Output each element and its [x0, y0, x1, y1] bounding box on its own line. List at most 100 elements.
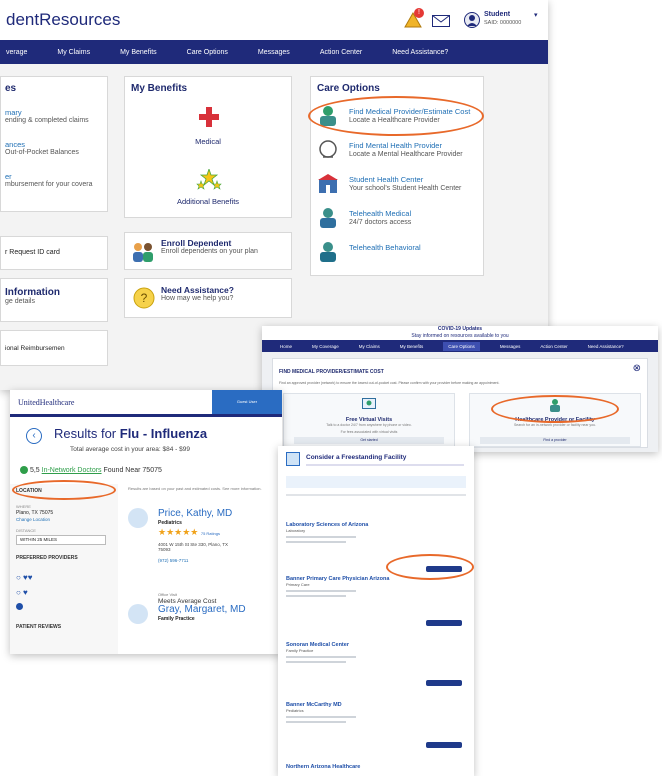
tier-filter-2[interactable]: ○ ♥ [16, 588, 112, 597]
nav-claims[interactable]: My Claims [57, 49, 90, 56]
facility-result[interactable]: Laboratory Sciences of Arizona Laborator… [286, 522, 466, 572]
option-desc: Search for an in-network provider or fac… [513, 423, 597, 427]
care-item-title: Find Mental Health Provider [349, 141, 442, 150]
doctor-specialty: Family Practice [158, 616, 195, 622]
nav-home[interactable]: Home [280, 344, 292, 349]
free-virtual-visits-option[interactable]: Free Virtual Visits Talk to a doctor 24/… [283, 393, 455, 447]
additional-benefits-link[interactable]: Additional Benefits [125, 197, 291, 206]
option-note: For fees associated with virtual visits [340, 430, 398, 434]
plan-info-sub: ge details [5, 298, 35, 305]
nav-messages[interactable]: Messages [500, 344, 521, 349]
facility-result[interactable]: Banner Primary Care Physician Arizona Pr… [286, 576, 466, 626]
enroll-dependent-tile[interactable]: Enroll Dependent Enroll dependents on yo… [124, 232, 292, 270]
location-filter-label[interactable]: LOCATION [16, 488, 112, 494]
care-options-card: Care Options Find Medical Provider/Estim… [310, 76, 484, 276]
medical-link[interactable]: Medical [125, 137, 291, 146]
doctor-name[interactable]: Price, Kathy, MD [158, 508, 232, 519]
avg-cost: Total average cost in your area: $84 - $… [70, 446, 190, 453]
avatar-icon [464, 12, 480, 28]
found-prefix: 5,5 [29, 466, 40, 474]
covid-title: COVID-19 Updates [437, 326, 483, 332]
stars-icon [196, 169, 222, 190]
id-card-tile[interactable]: r Request ID card [0, 236, 108, 270]
modal-nav: Home My Coverage My Claims My Benefits C… [262, 340, 658, 352]
info-banner [286, 476, 466, 488]
nav-need-assistance[interactable]: Need Assistance? [392, 49, 448, 56]
provider-icon [550, 399, 560, 412]
care-item-sub: Locate a Mental Healthcare Provider [349, 151, 463, 158]
alert-badge: ! [414, 8, 424, 18]
guest-user-button[interactable]: Guest User [212, 390, 282, 414]
distance-select[interactable]: WITHIN 25 MILES [16, 535, 106, 545]
reimbursement-link[interactable]: er [5, 172, 103, 181]
change-location-link[interactable]: Change Location [16, 517, 112, 522]
nav-need-assistance[interactable]: Need Assistance? [588, 344, 624, 349]
healthcare-provider-option[interactable]: Healthcare Provider or Facility Search f… [469, 393, 641, 447]
filter-sidebar: LOCATION WHERE Plano, TX 75075 Change Lo… [10, 484, 118, 654]
nav-action-center[interactable]: Action Center [320, 49, 362, 56]
option-button[interactable]: Get started [294, 437, 444, 444]
nav-benefits[interactable]: My Benefits [120, 49, 157, 56]
patient-reviews-label[interactable]: PATIENT REVIEWS [16, 624, 112, 630]
doctor-phone[interactable]: (972) 596-7711 [158, 558, 188, 563]
facility-name[interactable]: Northern Arizona Healthcare [286, 764, 466, 770]
back-arrow-icon[interactable]: ‹ [26, 428, 42, 444]
plan-info-tile[interactable]: Information ge details [0, 278, 108, 322]
rating-count[interactable]: 75 Ratings [201, 531, 220, 536]
view-details-button[interactable] [426, 566, 462, 572]
view-details-button[interactable] [426, 620, 462, 626]
mail-icon[interactable] [432, 14, 450, 32]
claims-summary-link[interactable]: mary [5, 108, 103, 117]
nav-coverage[interactable]: verage [6, 49, 27, 56]
results-disclaimer: Results are based on your past and estim… [128, 486, 262, 491]
alert-icon[interactable]: ! [404, 8, 424, 28]
care-item-sub: 24/7 doctors access [349, 219, 412, 226]
facility-result[interactable]: Sonoran Medical Center Family Practice [286, 642, 466, 686]
virtual-doctor-icon [362, 398, 376, 409]
card-heading: es [5, 83, 17, 94]
facility-result[interactable]: Banner McCarthy MD Pediatrics [286, 702, 466, 748]
family-icon [133, 243, 153, 262]
provider-modal: FIND MEDICAL PROVIDER/ESTIMATE COST ⊗ Fi… [272, 358, 648, 448]
doctor-name[interactable]: Gray, Margaret, MD [158, 604, 246, 615]
nav-care-options[interactable]: Care Options [187, 49, 228, 56]
nav-action-center[interactable]: Action Center [540, 344, 567, 349]
balances-link[interactable]: ances [5, 140, 103, 149]
where-label: WHERE [16, 504, 31, 509]
results-title-prefix: Results for [54, 426, 120, 441]
need-assistance-tile[interactable]: ? Need Assistance? How may we help you? [124, 278, 292, 318]
in-network-link[interactable]: In-Network Doctors [42, 467, 102, 474]
check-icon [20, 466, 28, 474]
help-icon: ? [133, 287, 155, 309]
care-item-sub: Locate a Healthcare Provider [349, 117, 440, 124]
preferred-providers-label[interactable]: PREFERRED PROVIDERS [16, 555, 112, 561]
rating-stars-icon: ★★★★★ 75 Ratings [158, 527, 220, 537]
user-menu[interactable]: Student SAID: 0000000 ▾ [462, 8, 546, 32]
found-suffix: Found Near 75075 [101, 466, 162, 474]
enroll-title: Enroll Dependent [161, 238, 232, 248]
enroll-sub: Enroll dependents on your plan [161, 248, 258, 255]
uhc-logo: UnitedHealthcare [18, 397, 75, 407]
balances-sub: Out-of-Pocket Balances [5, 149, 79, 156]
nav-my-benefits[interactable]: My Benefits [400, 344, 424, 349]
nav-my-coverage[interactable]: My Coverage [312, 344, 339, 349]
tier-filter-3[interactable] [16, 603, 23, 610]
care-item-title: Find Medical Provider/Estimate Cost [349, 107, 471, 116]
view-details-button[interactable] [426, 742, 462, 748]
facility-type: Primary Care [286, 582, 310, 587]
my-benefits-card: My Benefits Medical Additional Benefits [124, 76, 292, 218]
nav-care-options[interactable]: Care Options [443, 341, 480, 351]
facility-result[interactable]: Northern Arizona Healthcare [286, 764, 466, 770]
nav-messages[interactable]: Messages [258, 49, 290, 56]
tier-filter-1[interactable]: ○ ♥♥ [16, 573, 112, 582]
facility-desc-line [306, 464, 464, 466]
nav-my-claims[interactable]: My Claims [359, 344, 380, 349]
location-value: Plano, TX 75075 [16, 510, 54, 516]
user-id: SAID: 0000000 [484, 20, 522, 26]
close-icon[interactable]: ⊗ [633, 363, 641, 374]
reimbursement-tile[interactable]: ional Reimbursemen [0, 330, 108, 366]
doctor-avatar [128, 604, 148, 624]
option-button[interactable]: Find a provider [480, 437, 630, 444]
uhc-header: UnitedHealthcare Guest User [10, 390, 282, 414]
view-details-button[interactable] [426, 680, 462, 686]
